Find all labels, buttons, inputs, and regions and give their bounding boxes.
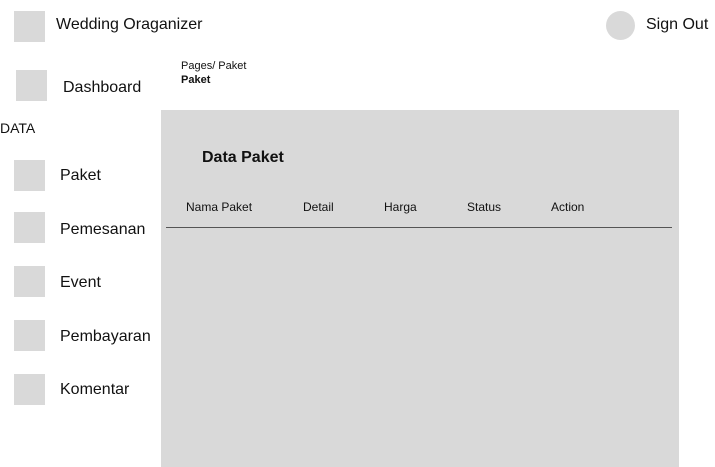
- sidebar-item-event[interactable]: Event: [60, 275, 101, 291]
- column-header-nama-paket: Nama Paket: [186, 200, 253, 214]
- column-header-detail: Detail: [303, 200, 334, 214]
- column-header-harga: Harga: [384, 200, 417, 214]
- event-icon: [14, 266, 45, 297]
- logo-placeholder: [14, 11, 45, 42]
- pembayaran-icon: [14, 320, 45, 351]
- sidebar-item-dashboard[interactable]: Dashboard: [63, 80, 141, 96]
- paket-icon: [14, 160, 45, 191]
- table-header-divider: [166, 227, 672, 228]
- avatar[interactable]: [606, 11, 635, 40]
- sidebar-section-label: DATA: [0, 120, 36, 136]
- breadcrumb-current: Paket: [181, 74, 211, 86]
- sidebar-item-komentar[interactable]: Komentar: [60, 382, 129, 398]
- sign-out-button[interactable]: Sign Out: [646, 17, 708, 33]
- sidebar-item-pemesanan[interactable]: Pemesanan: [60, 222, 145, 238]
- sidebar-item-paket[interactable]: Paket: [60, 168, 101, 184]
- sidebar-item-pembayaran[interactable]: Pembayaran: [60, 329, 151, 345]
- column-header-action: Action: [551, 200, 585, 214]
- column-header-status: Status: [467, 200, 502, 214]
- app-title: Wedding Oraganizer: [56, 16, 203, 33]
- komentar-icon: [14, 374, 45, 405]
- breadcrumb-path[interactable]: Pages/ Paket: [181, 61, 246, 72]
- page-title: Data Paket: [202, 149, 284, 166]
- pemesanan-icon: [14, 212, 45, 243]
- dashboard-icon: [16, 70, 47, 101]
